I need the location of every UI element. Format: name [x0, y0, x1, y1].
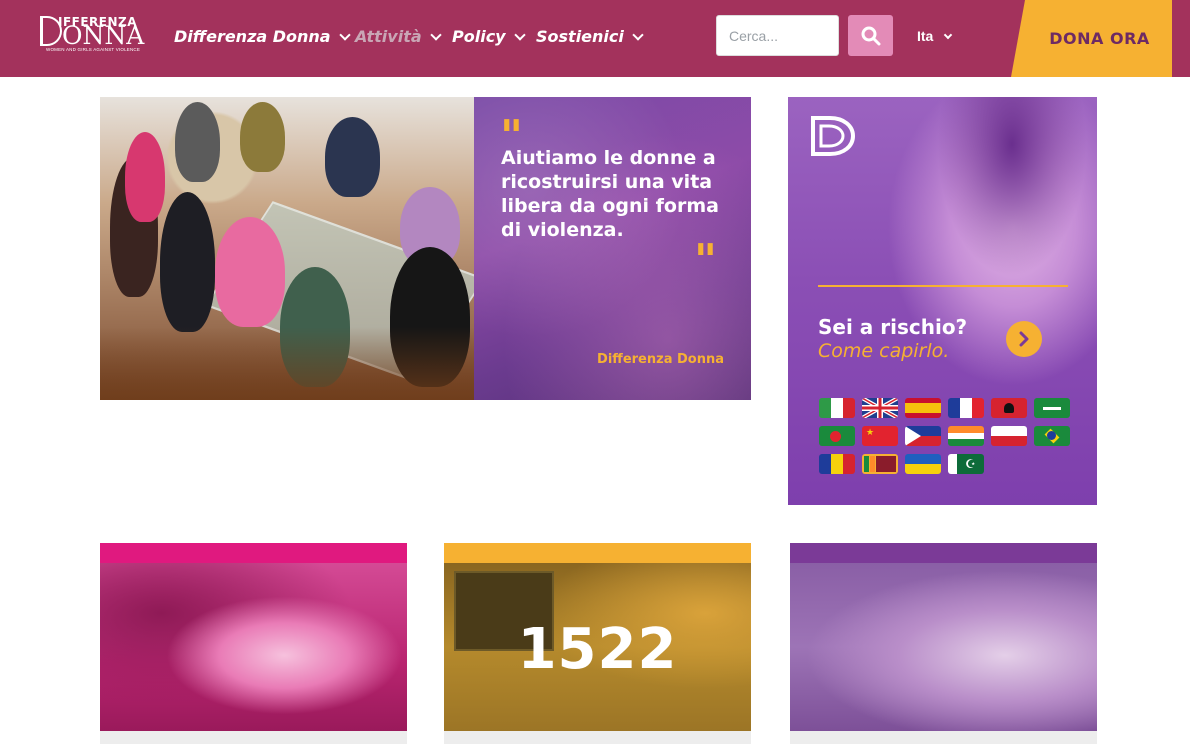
search-input[interactable]	[716, 15, 839, 56]
nav-item-label: Policy	[452, 27, 506, 46]
risk-arrow-button[interactable]	[1006, 321, 1042, 357]
brand-logo-icon	[811, 116, 856, 156]
donate-label: DONA ORA	[1049, 29, 1150, 48]
nav-item-label: Attività	[355, 27, 422, 46]
nav-item-label: Sostienici	[536, 27, 624, 46]
portrait-shading	[937, 97, 1087, 277]
chevron-down-icon	[513, 28, 526, 41]
card-1522-hotline[interactable]: 1522	[444, 543, 751, 744]
risk-assessment-banner[interactable]: Sei a rischio? Come capirlo. ★ ☪	[788, 97, 1097, 505]
card-color-bar	[444, 543, 751, 563]
search-icon	[861, 26, 880, 45]
card-footer	[444, 731, 751, 744]
card-color-bar	[790, 543, 1097, 563]
site-logo[interactable]: IFFERENZA ONNA WOMEN AND GIRLS AGAINST V…	[40, 14, 146, 56]
poland-flag-icon[interactable]	[991, 426, 1027, 446]
france-flag-icon[interactable]	[948, 398, 984, 418]
card-footer	[100, 731, 407, 744]
united-kingdom-flag-icon[interactable]	[862, 398, 898, 418]
nav-item-attivita[interactable]: Attività	[355, 27, 442, 46]
language-selector[interactable]: Ita	[917, 28, 953, 44]
hero-quote-author: Differenza Donna	[597, 352, 724, 367]
bangladesh-flag-icon[interactable]	[819, 426, 855, 446]
language-label: Ita	[917, 28, 934, 44]
nav-item-policy[interactable]: Policy	[452, 27, 526, 46]
albania-flag-icon[interactable]	[991, 398, 1027, 418]
chevron-right-icon	[1019, 331, 1029, 347]
nav-item-label: Differenza Donna	[174, 27, 331, 46]
risk-title: Sei a rischio?	[818, 315, 968, 339]
romania-flag-icon[interactable]	[819, 454, 855, 474]
card-footer	[790, 731, 1097, 744]
divider	[818, 285, 1068, 287]
search-button[interactable]	[848, 15, 893, 56]
card-color-bar	[100, 543, 407, 563]
saudi-arabia-flag-icon[interactable]	[1034, 398, 1070, 418]
brazil-flag-icon[interactable]	[1034, 426, 1070, 446]
card-image-signing-document	[790, 563, 1097, 731]
site-header: IFFERENZA ONNA WOMEN AND GIRLS AGAINST V…	[0, 0, 1190, 77]
chevron-down-icon	[429, 28, 442, 41]
logo-tagline: WOMEN AND GIRLS AGAINST VIOLENCE	[46, 47, 141, 52]
card-support[interactable]	[100, 543, 407, 744]
china-flag-icon[interactable]: ★	[862, 426, 898, 446]
chevron-down-icon	[338, 28, 351, 41]
chevron-down-icon	[632, 28, 644, 41]
ukraine-flag-icon[interactable]	[905, 454, 941, 474]
hero-quote-panel: " Aiutiamo le donne a ricostruirsi una v…	[474, 97, 751, 400]
card-image-smiling-woman	[100, 563, 407, 731]
card-image-helpline-operator: 1522	[444, 563, 751, 731]
risk-subtitle: Come capirlo.	[818, 340, 950, 362]
hero-quote-text: Aiutiamo le donne a ricostruirsi una vit…	[501, 147, 719, 241]
nav-item-differenza-donna[interactable]: Differenza Donna	[174, 27, 351, 46]
india-flag-icon[interactable]	[948, 426, 984, 446]
pakistan-flag-icon[interactable]: ☪	[948, 454, 984, 474]
chevron-down-icon	[944, 30, 953, 39]
hero-team-photo	[100, 97, 474, 400]
logo-main-text: ONNA	[62, 21, 145, 50]
hotline-number: 1522	[517, 617, 678, 682]
sri-lanka-flag-icon[interactable]	[862, 454, 898, 474]
philippines-flag-icon[interactable]	[905, 426, 941, 446]
quote-close-icon: "	[694, 235, 717, 286]
language-flags: ★ ☪	[819, 398, 1070, 474]
italy-flag-icon[interactable]	[819, 398, 855, 418]
spain-flag-icon[interactable]	[905, 398, 941, 418]
nav-item-sostienici[interactable]: Sostienici	[536, 27, 644, 46]
donate-button[interactable]: DONA ORA	[1011, 0, 1172, 77]
card-legal-assistance[interactable]	[790, 543, 1097, 744]
